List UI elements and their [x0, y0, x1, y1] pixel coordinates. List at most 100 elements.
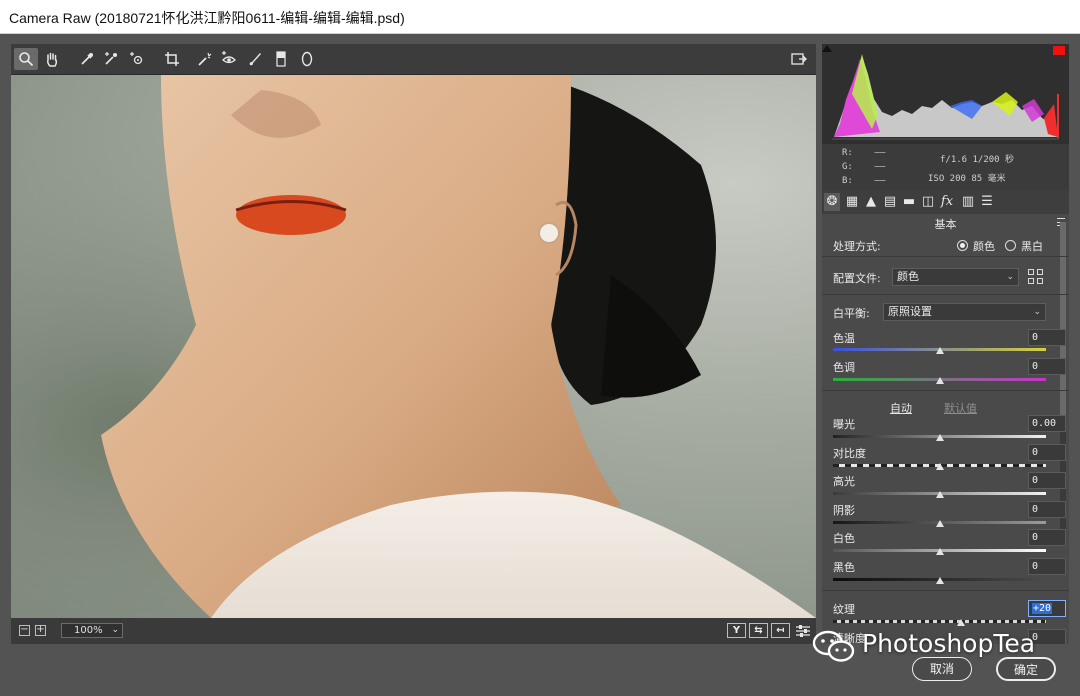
auto-link[interactable]: 自动 — [890, 400, 912, 416]
blacks-slider-thumb[interactable] — [935, 577, 944, 584]
divider — [822, 390, 1069, 391]
chevron-down-icon: ⌄ — [1033, 307, 1041, 317]
slider-value-input[interactable]: 0 — [1028, 444, 1066, 461]
chevron-down-icon: ⌄ — [111, 625, 119, 635]
hand-tool-icon[interactable] — [40, 48, 64, 70]
slider-row-tint: 色调 0 — [833, 358, 1066, 376]
crop-tool-icon[interactable] — [160, 48, 184, 70]
white-balance-value: 原照设置 — [888, 305, 932, 318]
profile-label: 配置文件: — [833, 272, 881, 285]
whites-slider-thumb[interactable] — [935, 548, 944, 555]
slider-value-input[interactable]: 0 — [1028, 529, 1066, 546]
toolbar — [11, 44, 816, 75]
profile-select[interactable]: 颜色 ⌄ — [892, 268, 1019, 286]
default-link[interactable]: 默认值 — [944, 400, 977, 416]
divider — [822, 256, 1069, 257]
slider-value-input[interactable]: 0 — [1028, 501, 1066, 518]
tone-curve-icon[interactable]: ▦ — [844, 193, 860, 211]
targeted-adjustment-icon[interactable] — [125, 48, 149, 70]
treatment-bw-label: 黑白 — [1021, 240, 1043, 253]
ok-button[interactable]: 确定 — [996, 657, 1056, 681]
treatment-color-radio[interactable] — [957, 240, 968, 251]
slider-label: 高光 — [833, 475, 855, 488]
wechat-logo-icon — [812, 630, 855, 662]
image-info: R: —— G: —— B: —— f/1.6 1/200 秒 ISO 200 … — [822, 144, 1069, 190]
presets-icon[interactable]: ☰ — [979, 193, 995, 211]
divider — [822, 590, 1069, 591]
white-balance-label: 白平衡: — [833, 307, 870, 320]
slider-label: 对比度 — [833, 447, 866, 460]
slider-value-input[interactable]: 0 — [1028, 558, 1066, 575]
slider-row-exposure: 曝光 0.00 — [833, 415, 1066, 433]
tint-slider-thumb[interactable] — [935, 377, 944, 384]
color-sampler-icon[interactable] — [99, 48, 123, 70]
slider-label: 黑色 — [833, 561, 855, 574]
open-preferences-icon[interactable] — [787, 48, 811, 70]
iso-focal-length: ISO 200 85 毫米 — [928, 174, 1006, 184]
slider-row-texture: 纹理 +20 — [833, 600, 1066, 618]
slider-label: 色温 — [833, 332, 855, 345]
basic-icon[interactable]: ❂ — [824, 193, 840, 211]
texture-slider-thumb[interactable] — [956, 619, 965, 626]
split-toning-icon[interactable]: ▬ — [901, 193, 917, 211]
slider-row-temperature: 色温 0 — [833, 329, 1066, 347]
slider-value-input[interactable]: 0 — [1028, 358, 1066, 375]
browse-profiles-icon[interactable] — [1028, 269, 1043, 284]
hsl-icon[interactable]: ▤ — [882, 193, 898, 211]
zoom-tool-icon[interactable] — [14, 48, 38, 70]
zoom-in-button[interactable]: + — [35, 625, 46, 636]
slider-label: 白色 — [833, 532, 855, 545]
zoom-level-value: 100% — [74, 625, 103, 636]
white-balance-row: 白平衡: 原照设置 ⌄ — [833, 303, 1053, 323]
slider-row-highlights: 高光 0 — [833, 472, 1066, 490]
window-title: Camera Raw (20180721怀化洪江黔阳0611-编辑-编辑-编辑.… — [9, 10, 405, 26]
before-after-button[interactable]: Y — [727, 623, 746, 638]
highlights-slider-thumb[interactable] — [935, 491, 944, 498]
image-preview[interactable] — [11, 75, 816, 618]
treatment-color-label: 颜色 — [973, 240, 995, 253]
white-balance-select[interactable]: 原照设置 ⌄ — [883, 303, 1046, 321]
shadows-slider-thumb[interactable] — [935, 520, 944, 527]
copy-settings-button[interactable]: ↤ — [771, 623, 790, 638]
treatment-bw-radio[interactable] — [1005, 240, 1016, 251]
zoom-level-select[interactable]: 100% ⌄ — [61, 623, 123, 638]
slider-value-input[interactable]: 0.00 — [1028, 415, 1066, 432]
slider-label: 纹理 — [833, 603, 855, 616]
treatment-row: 处理方式: 颜色 黑白 — [833, 238, 1053, 254]
cancel-button[interactable]: 取消 — [912, 657, 972, 681]
histogram — [822, 44, 1069, 144]
red-eye-icon[interactable] — [217, 48, 241, 70]
exposure-slider-thumb[interactable] — [935, 434, 944, 441]
divider — [822, 294, 1069, 295]
white-balance-tool-icon[interactable] — [75, 48, 99, 70]
scrollbar-knob[interactable] — [1060, 222, 1066, 422]
chevron-down-icon: ⌄ — [1006, 272, 1014, 282]
slider-row-blacks: 黑色 0 — [833, 558, 1066, 576]
spot-removal-icon[interactable] — [193, 48, 217, 70]
readout-r: R: —— — [842, 148, 886, 158]
lens-corrections-icon[interactable]: ◫ — [920, 193, 936, 211]
portrait-photo — [11, 75, 816, 618]
graduated-filter-icon[interactable] — [269, 48, 293, 70]
panel-tabs: ❂ ▦ ▲ ▤ ▬ ◫ fx ▥ ☰ — [822, 190, 1069, 214]
preview-footer: − + 100% ⌄ Y ⇆ ↤ — [11, 618, 816, 644]
radial-filter-icon[interactable] — [295, 48, 319, 70]
camera-calibration-icon[interactable]: ▥ — [960, 193, 976, 211]
detail-icon[interactable]: ▲ — [863, 193, 879, 211]
effects-icon[interactable]: fx — [939, 193, 955, 211]
panel-scrollbar[interactable] — [1060, 222, 1066, 542]
slider-row-shadows: 阴影 0 — [833, 501, 1066, 519]
slider-value-input[interactable]: 0 — [1028, 472, 1066, 489]
slider-value-input[interactable]: +20 — [1028, 600, 1066, 617]
temperature-slider-thumb[interactable] — [935, 347, 944, 354]
contrast-slider-thumb[interactable] — [935, 463, 944, 470]
adjustment-brush-icon[interactable] — [243, 48, 267, 70]
slider-value-input[interactable]: 0 — [1028, 329, 1066, 346]
texture-slider-track[interactable] — [833, 620, 1046, 623]
texture-value: +20 — [1032, 603, 1053, 614]
zoom-out-button[interactable]: − — [19, 625, 30, 636]
title-bar: Camera Raw (20180721怀化洪江黔阳0611-编辑-编辑-编辑.… — [0, 0, 1080, 34]
swap-settings-button[interactable]: ⇆ — [749, 623, 768, 638]
treatment-label: 处理方式: — [833, 240, 881, 253]
slider-row-contrast: 对比度 0 — [833, 444, 1066, 462]
